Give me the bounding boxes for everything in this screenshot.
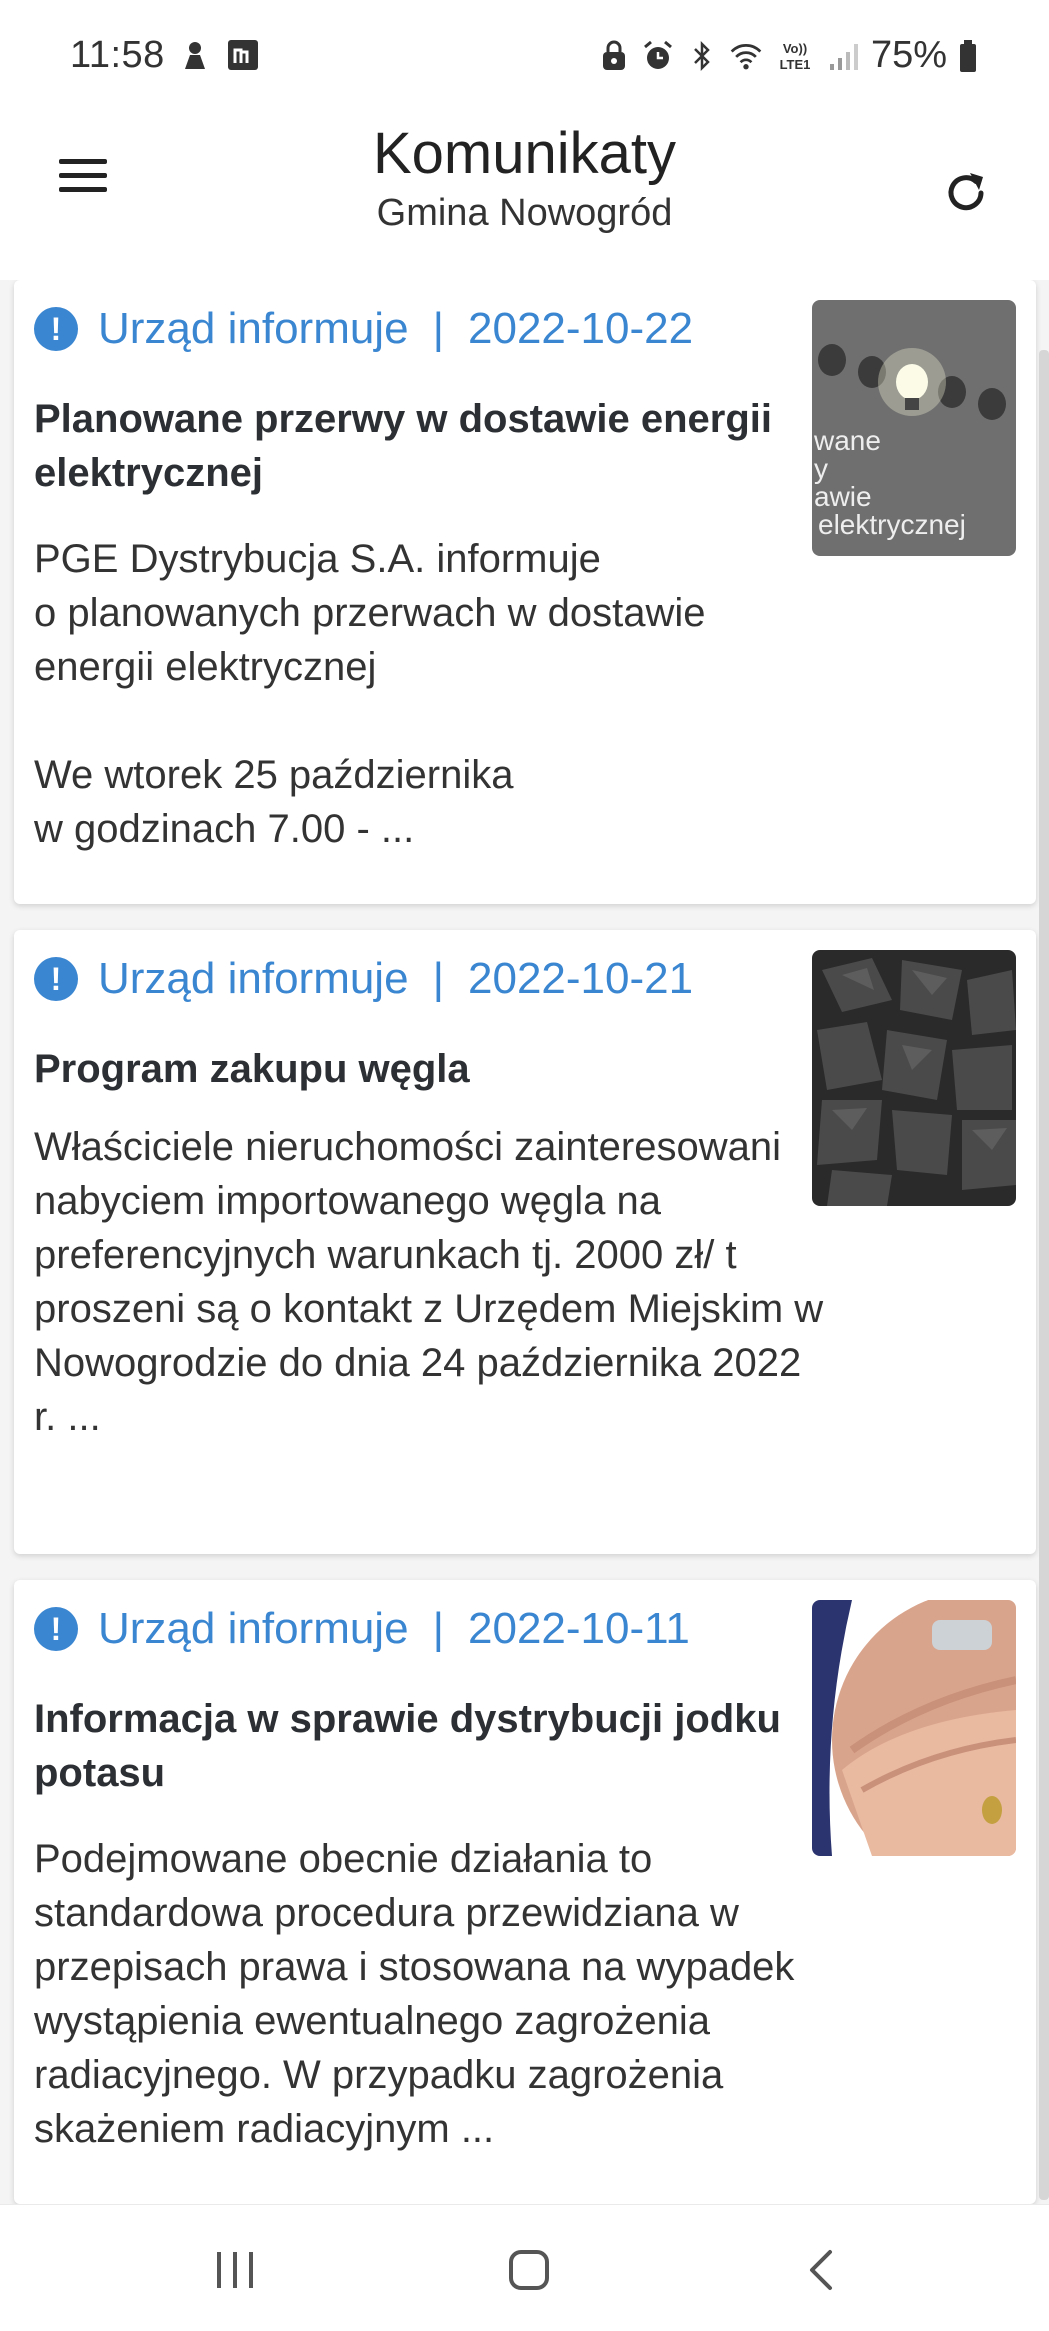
battery-icon xyxy=(957,39,979,73)
news-excerpt: PGE Dystrybucja S.A. informuje o planowa… xyxy=(34,537,706,851)
notification-icon xyxy=(178,38,212,72)
status-bar: 11:58 Vo)) LTE1 75% xyxy=(0,0,1049,110)
svg-text:y: y xyxy=(814,453,828,484)
app-header: Komunikaty Gmina Nowogród xyxy=(0,110,1049,280)
info-icon: ! xyxy=(34,1607,78,1651)
news-thumbnail xyxy=(812,1600,1016,1856)
meta-separator: | xyxy=(432,304,444,353)
volte-icon: Vo)) LTE1 xyxy=(773,39,817,73)
news-title: Planowane przerwy w dostawie energii ele… xyxy=(34,397,772,495)
page-title: Komunikaty xyxy=(372,121,677,186)
news-category: Urząd informuje xyxy=(98,304,409,353)
news-list[interactable]: ! Urząd informuje | 2022-10-22 Planowane… xyxy=(0,280,1049,2204)
back-button[interactable] xyxy=(776,2235,866,2305)
lock-icon xyxy=(597,39,631,73)
meta-separator: | xyxy=(432,954,444,1003)
bluetooth-icon xyxy=(685,39,719,73)
news-category: Urząd informuje xyxy=(98,954,409,1003)
info-icon: ! xyxy=(34,307,78,351)
status-right-icons: Vo)) LTE1 75% xyxy=(597,34,979,77)
alarm-icon xyxy=(641,39,675,73)
recent-apps-button[interactable] xyxy=(190,2235,280,2305)
news-meta: ! Urząd informuje | 2022-10-22 xyxy=(34,304,693,354)
refresh-icon xyxy=(948,173,984,211)
news-date: 2022-10-22 xyxy=(468,304,694,353)
scrollbar[interactable] xyxy=(1039,350,1049,2200)
wifi-icon xyxy=(729,39,763,73)
meta-separator: | xyxy=(432,1604,444,1653)
news-title: Program zakupu węgla xyxy=(34,1047,470,1091)
home-button[interactable] xyxy=(484,2235,574,2305)
news-thumbnail xyxy=(812,950,1016,1206)
news-thumbnail: wane y awie elektrycznej xyxy=(812,300,1016,556)
m-app-icon xyxy=(226,38,260,72)
news-category: Urząd informuje xyxy=(98,1604,409,1653)
news-card[interactable]: ! Urząd informuje | 2022-10-21 Program z… xyxy=(14,930,1036,1554)
svg-text:LTE1: LTE1 xyxy=(780,57,811,72)
signal-icon xyxy=(827,39,861,73)
refresh-button[interactable] xyxy=(931,158,1001,228)
news-date: 2022-10-11 xyxy=(468,1604,690,1653)
news-title: Informacja w sprawie dystrybucji jodku p… xyxy=(34,1697,781,1795)
back-icon xyxy=(810,2250,832,2290)
news-card[interactable]: ! Urząd informuje | 2022-10-22 Planowane… xyxy=(14,280,1036,904)
news-card[interactable]: ! Urząd informuje | 2022-10-11 Informacj… xyxy=(14,1580,1036,2204)
status-left-icons xyxy=(178,38,260,72)
svg-text:elektrycznej: elektrycznej xyxy=(818,509,966,540)
news-meta: ! Urząd informuje | 2022-10-11 xyxy=(34,1604,690,1654)
status-time: 11:58 xyxy=(70,34,165,76)
news-excerpt: Właściciele nieruchomości zainteresowani… xyxy=(34,1125,824,1439)
info-icon: ! xyxy=(34,957,78,1001)
page-subtitle: Gmina Nowogród xyxy=(376,192,673,234)
svg-text:Vo)): Vo)) xyxy=(783,41,807,56)
svg-text:wane: wane xyxy=(813,425,881,456)
news-meta: ! Urząd informuje | 2022-10-21 xyxy=(34,954,693,1004)
battery-percentage: 75% xyxy=(870,34,947,76)
home-icon xyxy=(509,2250,549,2290)
news-date: 2022-10-21 xyxy=(468,954,694,1003)
svg-text:awie: awie xyxy=(814,481,872,512)
recent-apps-icon xyxy=(217,2252,253,2288)
news-excerpt: Podejmowane obecnie działania to standar… xyxy=(34,1837,795,2151)
system-nav-bar xyxy=(0,2204,1049,2331)
